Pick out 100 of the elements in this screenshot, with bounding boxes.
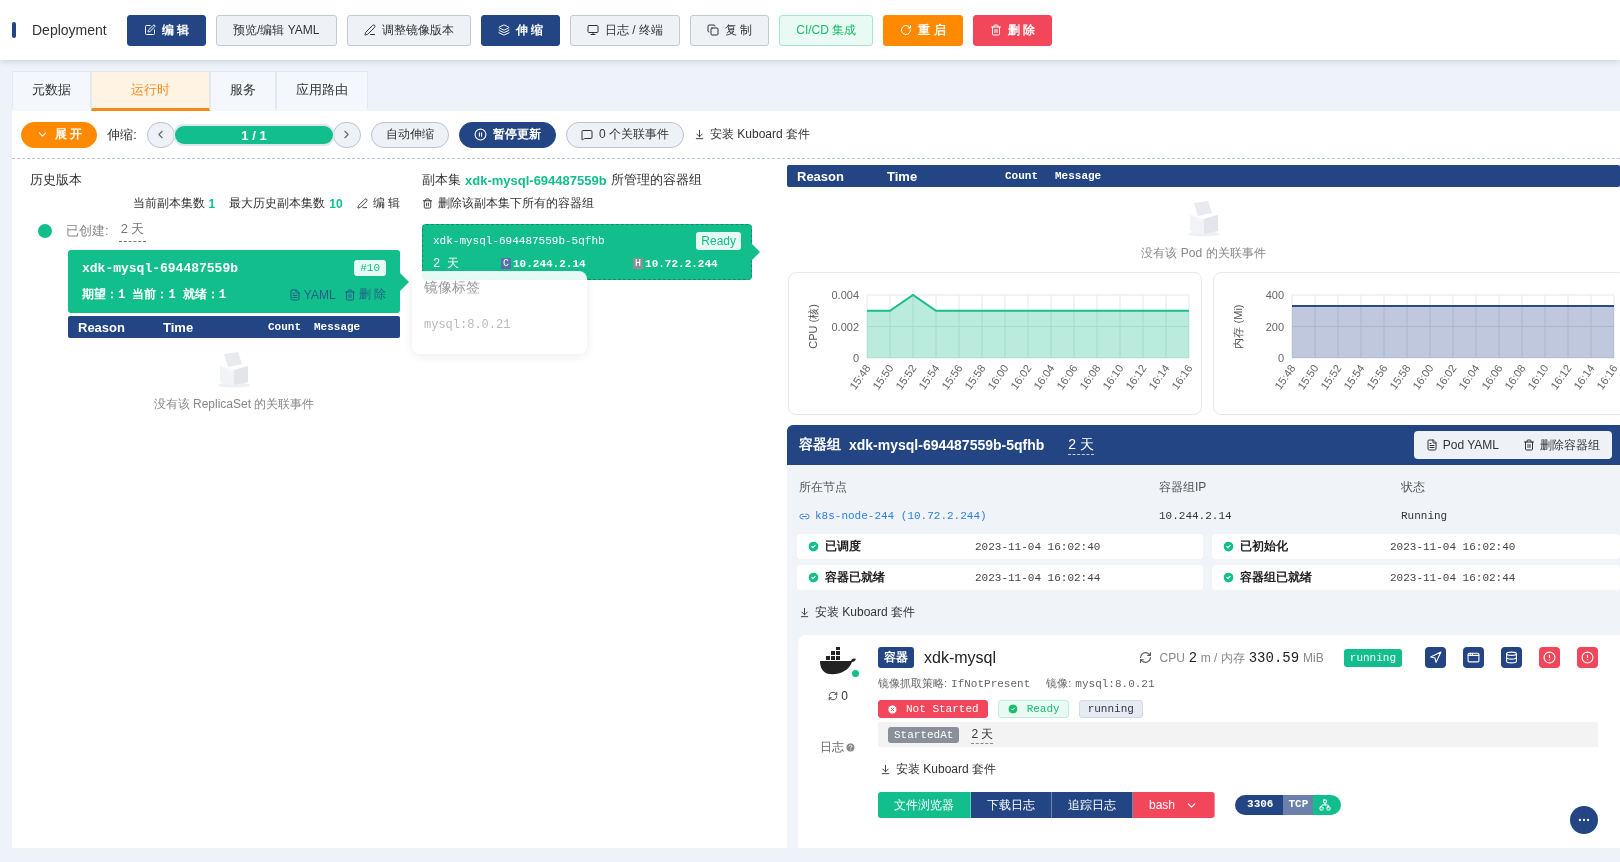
file-icon [288, 288, 301, 301]
image-name: mysql:8.0.21 [1075, 677, 1155, 690]
resource-usage: CPU 2 m / 内存 330.59 MiB [1159, 648, 1324, 667]
started-tag: StartedAt [888, 726, 960, 743]
toolbar-button[interactable]: 调整镜像版本 [346, 14, 471, 46]
condition-time: 2023-11-04 16:02:44 [1390, 571, 1516, 584]
x-circle-icon [887, 703, 898, 715]
delete-pod-button[interactable]: 删除容器组 [1511, 431, 1612, 459]
toolbar-button[interactable]: 编 辑 [126, 14, 207, 46]
container-state: running [1343, 648, 1402, 667]
pod-age: 2 天 [433, 256, 461, 272]
database-icon [1505, 651, 1518, 664]
delete-pods-link[interactable]: 删除该副本集下所有的容器组 [422, 195, 767, 212]
field-label: 状态 [1401, 479, 1426, 496]
alert-icon [1543, 651, 1556, 664]
download-icon [694, 129, 705, 140]
section-title: 所管理的容器组 [610, 171, 702, 189]
column-header: Reason [797, 168, 845, 184]
check-icon [1006, 703, 1019, 715]
navigation-icon [1429, 651, 1442, 664]
pod-age: 2 天 [1068, 435, 1094, 455]
y-axis-title: 内存 (Mi) [1232, 304, 1244, 349]
install-link[interactable]: 安装 Kuboard 套件 [878, 747, 997, 778]
layers-icon [497, 24, 510, 36]
trash-icon [989, 24, 1002, 36]
window-icon [1467, 651, 1480, 664]
column-header: Time [887, 168, 919, 184]
pod-name: xdk-mysql-694487559b-5qfhb [849, 437, 1045, 453]
pause-button[interactable]: 暂停更新 [458, 121, 556, 148]
toolbar-button[interactable]: 删 除 [972, 14, 1052, 46]
action-button[interactable]: bash [1133, 792, 1216, 818]
field-label: 所在节点 [799, 479, 848, 496]
tab[interactable]: 应用路由 [276, 71, 368, 111]
help-icon [845, 742, 856, 753]
tab[interactable]: 元数据 [12, 71, 91, 111]
whale-icon [819, 647, 857, 677]
download-icon [880, 764, 891, 775]
action-button[interactable]: 下载日志 [971, 792, 1052, 818]
trash-icon [1523, 439, 1535, 451]
check-icon [807, 571, 820, 584]
y-tick-label: 200 [1265, 320, 1284, 333]
node-link[interactable]: k8s-node-244 (10.72.2.244) [799, 510, 1159, 522]
column-header: Message [314, 321, 362, 333]
tooltip-value: mysql:8.0.21 [424, 318, 512, 332]
ip-tag: H [633, 258, 644, 269]
tool-button[interactable] [1501, 647, 1522, 668]
check-icon [1222, 571, 1235, 584]
port-protocol: TCP [1283, 795, 1314, 815]
tool-button[interactable] [1425, 647, 1446, 668]
condition-label: 容器已就绪 [825, 569, 886, 586]
download-icon [799, 607, 810, 618]
column-header: Count [268, 321, 302, 333]
action-button[interactable]: 追踪日志 [1052, 792, 1133, 818]
column-header: Time [163, 319, 195, 335]
scale-label: 伸缩: [107, 125, 137, 144]
replicaset-name: xdk-mysql-694487559b [82, 260, 239, 276]
pod-yaml-button[interactable]: Pod YAML [1413, 431, 1511, 459]
container-name: xdk-mysql [924, 648, 996, 667]
toolbar-button[interactable]: 复 制 [689, 14, 770, 46]
tool-button[interactable] [1463, 647, 1484, 668]
auto-scale-button[interactable]: 自动伸缩 [370, 121, 449, 148]
pull-policy: IfNotPresent [951, 677, 1031, 690]
tab[interactable]: 服务 [210, 71, 276, 111]
created-label: 已创建: [66, 222, 109, 240]
refresh-icon [828, 691, 839, 701]
check-icon [1222, 540, 1235, 553]
trash-icon [343, 288, 356, 301]
card-pointer [751, 243, 760, 261]
empty-message: 没有该 Pod 的关联事件 [1141, 245, 1266, 262]
container-tag: 容器 [878, 647, 914, 668]
y-tick-label: 0 [852, 352, 859, 364]
field-value: 10.244.2.14 [1159, 510, 1233, 522]
replicaset-name: xdk-mysql-694487559b [465, 172, 607, 188]
events-button[interactable]: 0 个关联事件 [565, 121, 684, 148]
column-header: Count [1005, 170, 1039, 182]
edit-link[interactable]: 编 辑 [356, 195, 400, 212]
logs-label: 日志 [820, 739, 844, 756]
y-tick-label: 400 [1265, 289, 1284, 301]
status-badge: Ready [997, 700, 1069, 718]
replica-counts: 期望：1 当前：1 就绪：1 [82, 286, 226, 303]
toolbar-button[interactable]: 日志 / 终端 [569, 14, 680, 46]
toolbar-button[interactable]: 预览/编辑 YAML [216, 14, 337, 46]
condition-time: 2023-11-04 16:02:40 [975, 540, 1101, 553]
pen-icon [363, 24, 376, 36]
pod-ip: 10.244.2.14 [513, 257, 587, 270]
more-button[interactable] [1570, 806, 1598, 834]
image-label: 镜像: [1046, 676, 1072, 691]
online-dot [852, 670, 859, 677]
revision-badge: #10 [354, 260, 386, 276]
y-axis-title: CPU (核) [807, 304, 819, 349]
column-header: Reason [78, 319, 126, 335]
y-tick-label: 0.002 [831, 320, 859, 333]
install-link[interactable]: 安装 Kuboard 套件 [694, 126, 811, 143]
ip-tag: C [501, 258, 511, 269]
pull-policy-label: 镜像抓取策略: [878, 676, 948, 691]
stat-value: 10 [329, 196, 343, 211]
install-link[interactable]: 安装 Kuboard 套件 [787, 590, 916, 621]
toolbar-button[interactable]: 伸 缩 [480, 14, 560, 46]
condition-time: 2023-11-04 16:02:40 [1390, 540, 1516, 553]
condition-label: 容器组已就绪 [1240, 569, 1313, 586]
